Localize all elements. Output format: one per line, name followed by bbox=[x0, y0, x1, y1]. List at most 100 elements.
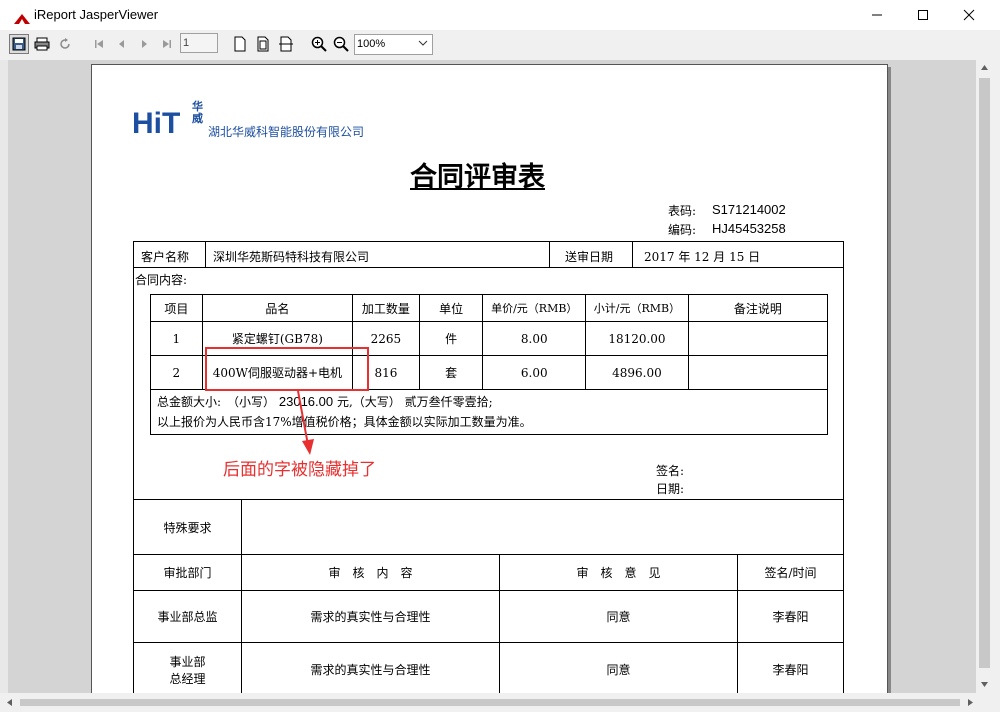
last-page-button[interactable] bbox=[157, 34, 177, 54]
header-cell: 小计/元（RMB） bbox=[585, 294, 689, 322]
refresh-icon bbox=[60, 38, 70, 49]
print-button[interactable] bbox=[32, 34, 52, 54]
approval-dept: 事业部 总经理 bbox=[133, 642, 242, 693]
special-requirements-row: 特殊要求 bbox=[133, 499, 844, 555]
header-cell: 审 核 意 见 bbox=[499, 554, 738, 591]
page-number-input[interactable]: 1 bbox=[180, 33, 218, 53]
zoom-in-icon bbox=[311, 36, 327, 52]
left-panel-edge bbox=[0, 60, 8, 704]
date-label: 日期: bbox=[656, 482, 685, 496]
scroll-thumb bbox=[979, 78, 990, 668]
approval-opinion: 同意 bbox=[499, 642, 738, 693]
code: HJ45453258 bbox=[712, 221, 786, 236]
header-cell: 审批部门 bbox=[133, 554, 242, 591]
special-requirements-value bbox=[241, 499, 844, 555]
header-cell: 审 核 内 容 bbox=[241, 554, 500, 591]
contract-content-label: 合同内容: bbox=[135, 273, 188, 287]
first-page-icon bbox=[95, 40, 103, 48]
reload-button[interactable] bbox=[55, 34, 75, 54]
scroll-right-icon bbox=[968, 699, 973, 706]
first-page-button[interactable] bbox=[89, 34, 109, 54]
company-name: 湖北华威科智能股份有限公司 bbox=[208, 125, 365, 139]
total-cell: 总金额大小: （小写） 23016.00 元,（大写） 贰万叁仟零壹拾; 以上报… bbox=[150, 389, 828, 435]
special-requirements-label: 特殊要求 bbox=[133, 499, 242, 555]
item-price: 6.00 bbox=[482, 355, 587, 390]
approval-dept-line2: 总经理 bbox=[169, 671, 206, 686]
fit-width-button[interactable] bbox=[276, 34, 296, 54]
zoom-value: 100% bbox=[357, 38, 386, 50]
total-mid: 元,（大写） bbox=[336, 395, 401, 409]
actual-size-button[interactable] bbox=[230, 34, 250, 54]
report-viewer: HiT 华威 湖北华威科智能股份有限公司 合同评审表 表码: S17121400… bbox=[8, 60, 976, 693]
annotation-arrow bbox=[297, 390, 314, 455]
approval-header-row: 审批部门 审 核 内 容 审 核 意 见 签名/时间 bbox=[133, 554, 844, 591]
report-title: 合同评审表 bbox=[410, 162, 545, 193]
divider bbox=[205, 241, 206, 267]
save-button[interactable] bbox=[9, 34, 29, 54]
page-fit-icon bbox=[257, 36, 269, 52]
close-button[interactable] bbox=[946, 0, 992, 30]
toolbar bbox=[0, 30, 1000, 60]
sign-label: 签名: bbox=[656, 464, 685, 478]
scroll-left-icon bbox=[7, 699, 12, 706]
scroll-down-icon bbox=[981, 682, 988, 687]
scroll-up-icon bbox=[981, 65, 988, 70]
maximize-icon bbox=[918, 10, 928, 20]
next-page-icon bbox=[142, 40, 147, 48]
item-no: 2 bbox=[150, 355, 203, 390]
company-logo: HiT bbox=[132, 103, 190, 141]
total-big: 贰万叁仟零壹拾; bbox=[404, 395, 493, 409]
item-unit: 套 bbox=[418, 355, 484, 390]
approval-table: 特殊要求 审批部门 审 核 内 容 审 核 意 见 签名/时间 事业部总监 需求… bbox=[133, 499, 844, 693]
table-row: 事业部总监 需求的真实性与合理性 同意 李春阳 bbox=[133, 590, 844, 643]
page-fit-width-icon bbox=[279, 36, 293, 52]
header-cell: 签名/时间 bbox=[737, 554, 844, 591]
divider bbox=[632, 241, 633, 267]
approval-signer: 李春阳 bbox=[737, 590, 844, 643]
next-page-button[interactable] bbox=[134, 34, 154, 54]
last-page-icon bbox=[163, 40, 171, 48]
previous-page-icon bbox=[119, 40, 124, 48]
approval-dept: 事业部总监 bbox=[133, 590, 242, 643]
header-cell: 加工数量 bbox=[352, 294, 420, 322]
scroll-thumb-horizontal bbox=[20, 699, 960, 706]
code-label: 编码: bbox=[668, 223, 697, 237]
approval-content: 需求的真实性与合理性 bbox=[241, 642, 500, 693]
form-code-label: 表码: bbox=[668, 204, 697, 218]
item-note bbox=[687, 355, 829, 390]
previous-page-button[interactable] bbox=[112, 34, 132, 54]
submit-date: 2017 年 12 月 15 日 bbox=[644, 250, 761, 264]
zoom-out-icon bbox=[333, 36, 349, 52]
submit-date-label: 送审日期 bbox=[565, 250, 614, 264]
approval-signer: 李春阳 bbox=[737, 642, 844, 693]
horizontal-scrollbar[interactable] bbox=[0, 693, 1000, 706]
app-icon bbox=[14, 9, 30, 28]
customer-label: 客户名称 bbox=[141, 250, 190, 264]
chevron-down-icon bbox=[418, 38, 428, 51]
title-bar: iReport JasperViewer bbox=[0, 0, 1000, 30]
item-no: 1 bbox=[150, 321, 203, 356]
zoom-select[interactable]: 100% bbox=[354, 34, 433, 55]
header-cell: 品名 bbox=[201, 294, 354, 322]
report-page: HiT 华威 湖北华威科智能股份有限公司 合同评审表 表码: S17121400… bbox=[91, 64, 888, 693]
logo-side-text: 华威 bbox=[192, 100, 203, 125]
fit-page-button[interactable] bbox=[253, 34, 273, 54]
maximize-button[interactable] bbox=[900, 0, 946, 30]
zoom-out-button[interactable] bbox=[331, 34, 351, 54]
price-note: 以上报价为人民币含17%增值税价格；具体金额以实际加工数量为准。 bbox=[157, 415, 532, 429]
minimize-button[interactable] bbox=[854, 0, 900, 30]
annotation-text: 后面的字被隐藏掉了 bbox=[223, 460, 376, 480]
close-icon bbox=[963, 9, 975, 21]
item-subtotal: 4896.00 bbox=[585, 355, 689, 390]
item-subtotal: 18120.00 bbox=[585, 321, 689, 356]
window-title: iReport JasperViewer bbox=[34, 7, 159, 22]
items-header-row: 项目 品名 加工数量 单位 单价/元（RMB） 小计/元（RMB） 备注说明 bbox=[150, 294, 829, 322]
annotation-box bbox=[205, 347, 369, 391]
approval-opinion: 同意 bbox=[499, 590, 738, 643]
page-actual-size-icon bbox=[234, 36, 246, 52]
total-row: 总金额大小: （小写） 23016.00 元,（大写） 贰万叁仟零壹拾; 以上报… bbox=[150, 389, 828, 435]
zoom-in-button[interactable] bbox=[309, 34, 329, 54]
vertical-scrollbar[interactable] bbox=[976, 60, 993, 693]
header-cell: 备注说明 bbox=[687, 294, 829, 322]
header-cell: 单价/元（RMB） bbox=[482, 294, 587, 322]
